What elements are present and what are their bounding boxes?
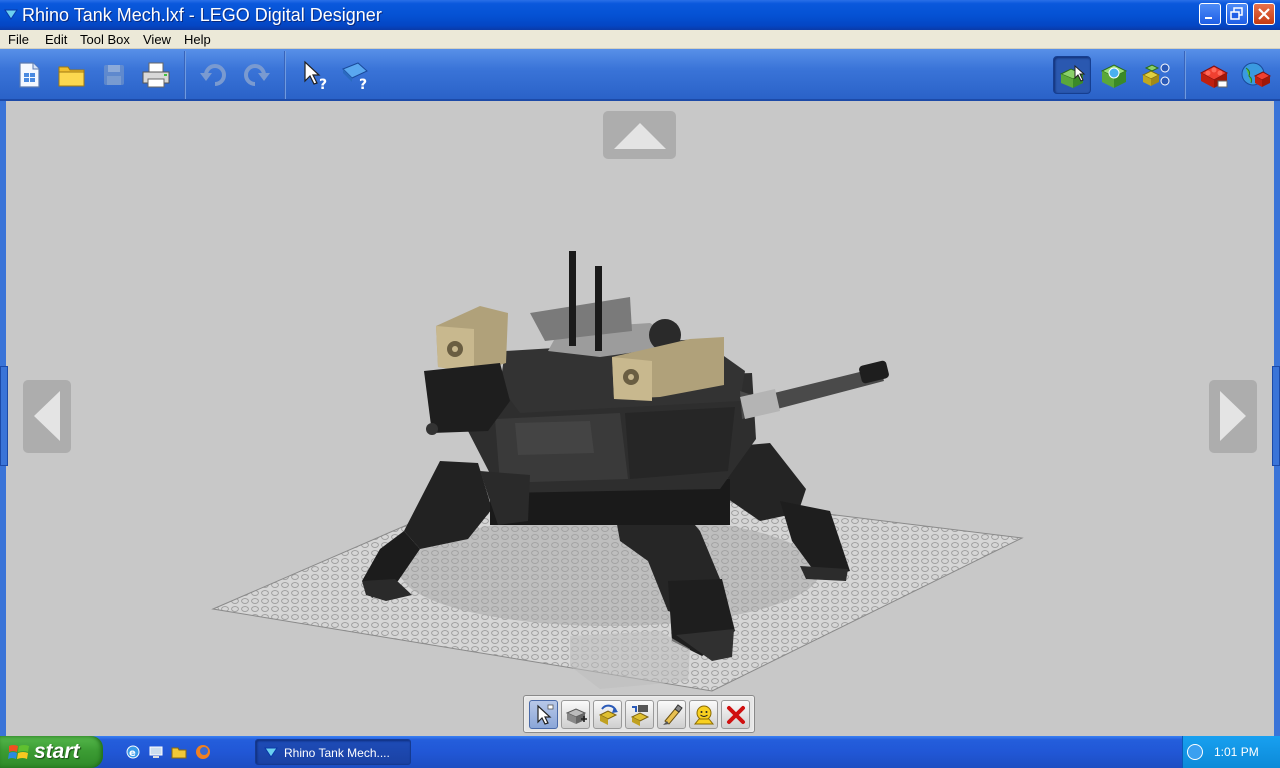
svg-text:e: e xyxy=(129,748,136,759)
view-mode-icon xyxy=(1100,64,1128,88)
title-bar: Rhino Tank Mech.lxf - LEGO Digital Desig… xyxy=(0,0,1280,30)
lego-brick-button[interactable] xyxy=(1195,56,1233,94)
start-label: start xyxy=(34,740,80,763)
help-pointer-icon: ? xyxy=(304,60,327,91)
delete-tool-icon xyxy=(727,706,745,724)
tool-palette xyxy=(523,695,755,733)
open-button[interactable] xyxy=(53,56,91,94)
menu-bar: File Edit Tool Box View Help xyxy=(0,30,1280,49)
online-gallery-icon xyxy=(1241,62,1271,87)
taskbar-item-ldd[interactable]: Rhino Tank Mech.... xyxy=(255,739,411,765)
minimize-button[interactable] xyxy=(1199,3,1221,25)
new-file-button[interactable] xyxy=(10,56,48,94)
menu-help[interactable]: Help xyxy=(184,32,211,47)
lego-brick-icon xyxy=(1199,65,1229,88)
tray-expand-icon[interactable] xyxy=(1187,744,1203,760)
undo-icon xyxy=(200,64,226,86)
menu-edit[interactable]: Edit xyxy=(45,32,67,47)
online-gallery-button[interactable] xyxy=(1236,56,1274,94)
pan-left-arrow[interactable] xyxy=(23,380,71,453)
print-button[interactable] xyxy=(137,56,175,94)
hinge-tool-button[interactable] xyxy=(593,700,622,729)
menu-file[interactable]: File xyxy=(8,32,29,47)
restore-button[interactable] xyxy=(1226,3,1248,25)
model-scene[interactable] xyxy=(0,101,1280,736)
hinge-align-tool-icon xyxy=(630,705,650,726)
select-tool-icon xyxy=(537,704,554,725)
help-pointer-button[interactable]: ? xyxy=(296,56,334,94)
taskbar: start e Rhino Tank Mech.... 1:01 PM xyxy=(0,736,1280,768)
menu-toolbox[interactable]: Tool Box xyxy=(80,32,130,47)
ldd-app-icon xyxy=(264,747,278,758)
taskbar-item-label: Rhino Tank Mech.... xyxy=(284,746,390,760)
undo-button[interactable] xyxy=(195,56,233,94)
delete-tool-button[interactable] xyxy=(721,700,750,729)
toolbar-separator xyxy=(184,51,186,99)
folder-icon[interactable] xyxy=(171,744,187,760)
desktop-icon[interactable] xyxy=(148,744,164,760)
pan-up-arrow[interactable] xyxy=(603,111,676,159)
main-toolbar: ? ? xyxy=(0,49,1280,101)
firefox-icon[interactable] xyxy=(195,744,211,760)
decoration-tool-button[interactable] xyxy=(689,700,718,729)
building-guide-mode-button[interactable] xyxy=(1137,56,1175,94)
help-book-button[interactable]: ? xyxy=(337,56,375,94)
system-tray: 1:01 PM xyxy=(1182,736,1280,768)
print-icon xyxy=(142,62,170,88)
clone-tool-icon xyxy=(565,708,587,724)
building-guide-mode-icon xyxy=(1141,63,1170,86)
paint-tool-icon xyxy=(663,704,683,725)
clock[interactable]: 1:01 PM xyxy=(1214,745,1259,759)
hinge-tool-icon xyxy=(598,704,618,725)
windows-logo-icon xyxy=(8,745,29,759)
hinge-align-tool-button[interactable] xyxy=(625,700,654,729)
redo-button[interactable] xyxy=(237,56,275,94)
svg-text:?: ? xyxy=(319,77,327,91)
select-tool-button[interactable] xyxy=(529,700,558,729)
pan-right-arrow[interactable] xyxy=(1209,380,1257,453)
svg-text:?: ? xyxy=(359,77,367,91)
view-mode-button[interactable] xyxy=(1095,56,1133,94)
paint-tool-button[interactable] xyxy=(657,700,686,729)
start-button[interactable]: start xyxy=(0,736,103,768)
new-file-icon xyxy=(19,62,40,88)
help-book-icon: ? xyxy=(342,62,368,91)
open-folder-icon xyxy=(58,66,85,87)
3d-viewport[interactable] xyxy=(0,101,1280,736)
save-icon xyxy=(104,65,124,85)
build-mode-button[interactable] xyxy=(1053,56,1091,94)
decoration-tool-icon xyxy=(693,705,715,725)
build-mode-icon xyxy=(1059,64,1086,88)
toolbar-separator xyxy=(1184,51,1186,99)
menu-view[interactable]: View xyxy=(143,32,171,47)
save-button[interactable] xyxy=(95,56,133,94)
redo-icon xyxy=(244,64,270,86)
close-button[interactable] xyxy=(1253,3,1275,25)
toolbar-separator xyxy=(284,51,286,99)
clone-tool-button[interactable] xyxy=(561,700,590,729)
ie-icon[interactable]: e xyxy=(125,744,141,760)
app-icon xyxy=(4,9,18,20)
window-title: Rhino Tank Mech.lxf - LEGO Digital Desig… xyxy=(22,5,382,25)
